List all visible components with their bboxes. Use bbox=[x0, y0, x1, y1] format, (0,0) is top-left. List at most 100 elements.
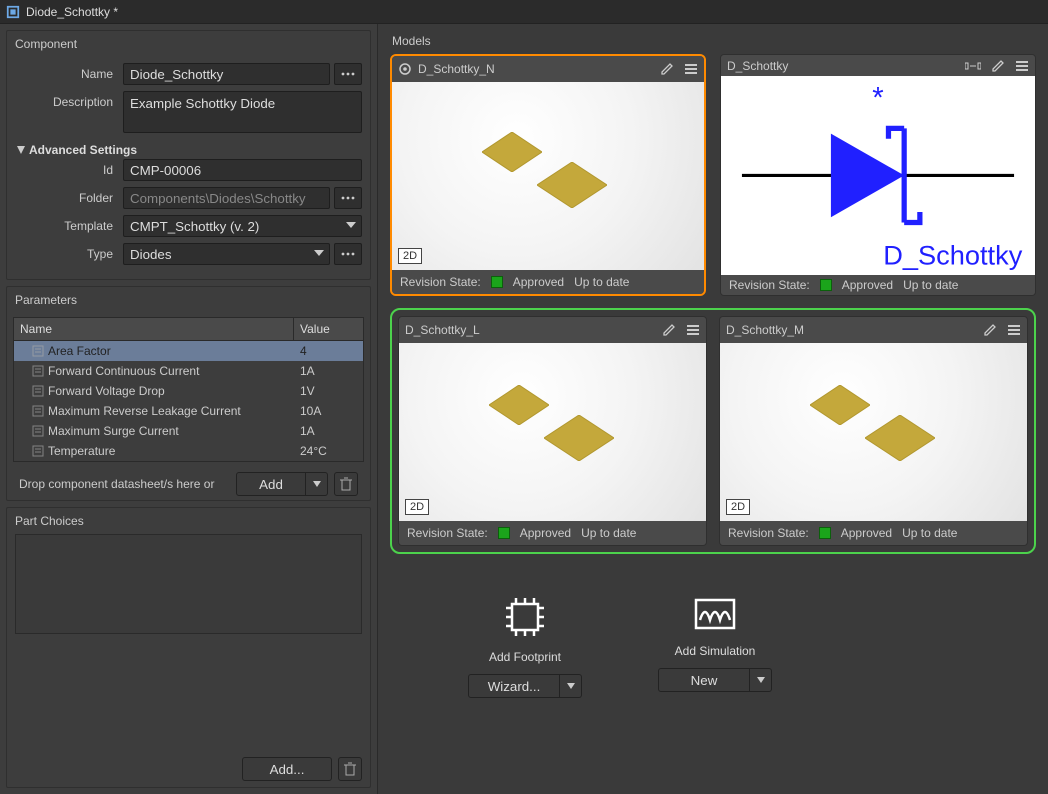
component-section: Component Name Description Example Schot… bbox=[6, 30, 371, 280]
chevron-down-icon bbox=[314, 248, 324, 258]
template-value bbox=[123, 215, 362, 237]
pencil-icon[interactable] bbox=[983, 323, 997, 337]
menu-icon[interactable] bbox=[1007, 324, 1021, 336]
name-label: Name bbox=[15, 67, 123, 81]
parameter-row[interactable]: Area Factor4 bbox=[14, 341, 363, 361]
status-uptodate: Up to date bbox=[574, 275, 629, 289]
parameter-icon bbox=[32, 365, 44, 377]
part-choices-section: Part Choices Add... bbox=[6, 507, 371, 788]
menu-icon[interactable] bbox=[686, 324, 700, 336]
symbol-caption: D_Schottky bbox=[883, 240, 1022, 271]
folder-browse-button[interactable] bbox=[334, 187, 362, 209]
pencil-icon[interactable] bbox=[991, 59, 1005, 73]
description-field[interactable]: Example Schottky Diode bbox=[123, 91, 362, 133]
chevron-down-icon bbox=[567, 682, 575, 690]
gear-icon bbox=[398, 62, 412, 76]
parameters-header: Parameters bbox=[7, 287, 370, 313]
model-card-d-schottky-l[interactable]: D_Schottky_L 2D Revision State: bbox=[398, 316, 707, 546]
model-card-d-schottky-m[interactable]: D_Schottky_M 2D Revision State: bbox=[719, 316, 1028, 546]
type-combo[interactable] bbox=[123, 243, 330, 265]
view-tag-2d: 2D bbox=[726, 499, 750, 515]
datasheet-add-split: Add bbox=[236, 472, 328, 496]
advanced-settings-label: Advanced Settings bbox=[29, 143, 137, 157]
pencil-icon[interactable] bbox=[660, 62, 674, 76]
footprint-wizard-dropdown[interactable] bbox=[560, 674, 582, 698]
ellipsis-icon bbox=[341, 196, 355, 200]
model-card-d-schottky-n[interactable]: D_Schottky_N 2D Revision State: bbox=[390, 54, 706, 296]
simulation-new-dropdown[interactable] bbox=[750, 668, 772, 692]
part-choices-area[interactable] bbox=[15, 534, 362, 634]
parameter-row[interactable]: Forward Continuous Current 1A bbox=[14, 361, 363, 381]
revision-label: Revision State: bbox=[729, 278, 810, 292]
pencil-icon[interactable] bbox=[662, 323, 676, 337]
trash-icon bbox=[340, 477, 352, 491]
parameter-value: 24°C bbox=[294, 441, 363, 461]
footprint-wizard-button[interactable]: Wizard... bbox=[468, 674, 560, 698]
col-value[interactable]: Value bbox=[294, 318, 363, 340]
type-more-button[interactable] bbox=[334, 243, 362, 265]
right-panel: Models D_Schottky_N bbox=[378, 24, 1048, 794]
type-label: Type bbox=[15, 247, 123, 261]
parameter-name: Maximum Surge Current bbox=[48, 424, 179, 438]
model-card-d-schottky[interactable]: D_Schottky * bbox=[720, 54, 1036, 296]
revision-label: Revision State: bbox=[728, 526, 809, 540]
parameter-row[interactable]: Temperature 24°C bbox=[14, 441, 363, 461]
parameter-name: Area Factor bbox=[48, 344, 111, 358]
part-choices-header: Part Choices bbox=[7, 508, 370, 534]
parameter-icon bbox=[32, 385, 44, 397]
chip-icon bbox=[502, 594, 548, 640]
name-field[interactable] bbox=[123, 63, 330, 85]
parameters-section: Parameters Name Value Area Factor4Forwar… bbox=[6, 286, 371, 501]
chevron-down-icon bbox=[346, 220, 356, 230]
model-preview: 2D bbox=[392, 82, 704, 270]
datasheet-delete-button[interactable] bbox=[334, 472, 358, 496]
folder-field[interactable] bbox=[123, 187, 330, 209]
models-top-row: D_Schottky_N 2D Revision State: bbox=[390, 54, 1036, 296]
parameter-value: 1A bbox=[294, 361, 363, 381]
component-icon bbox=[6, 5, 20, 19]
parameter-icon bbox=[32, 445, 44, 457]
parameters-table-head: Name Value bbox=[14, 318, 363, 341]
status-indicator bbox=[819, 527, 831, 539]
expand-icon bbox=[17, 146, 25, 154]
datasheet-add-dropdown[interactable] bbox=[306, 472, 328, 496]
revision-label: Revision State: bbox=[407, 526, 488, 540]
datasheet-add-button[interactable]: Add bbox=[236, 472, 306, 496]
model-preview: 2D bbox=[720, 343, 1027, 521]
col-name[interactable]: Name bbox=[14, 318, 294, 340]
parameter-row[interactable]: Forward Voltage Drop1V bbox=[14, 381, 363, 401]
status-approved: Approved bbox=[841, 526, 892, 540]
menu-icon[interactable] bbox=[684, 63, 698, 75]
asterisk: * bbox=[872, 82, 883, 115]
parameter-row[interactable]: Maximum Reverse Leakage Current10A bbox=[14, 401, 363, 421]
model-title: D_Schottky bbox=[727, 59, 788, 73]
simulation-new-button[interactable]: New bbox=[658, 668, 750, 692]
waveform-icon bbox=[692, 594, 738, 634]
view-tag-2d: 2D bbox=[398, 248, 422, 264]
chevron-down-icon bbox=[757, 676, 765, 684]
id-field[interactable] bbox=[123, 159, 362, 181]
part-choices-delete-button[interactable] bbox=[338, 757, 362, 781]
parameter-row[interactable]: Maximum Surge Current1A bbox=[14, 421, 363, 441]
ellipsis-icon bbox=[341, 72, 355, 76]
model-preview-symbol: * D_Schottky bbox=[721, 76, 1035, 275]
trash-icon bbox=[344, 762, 356, 776]
name-more-button[interactable] bbox=[334, 63, 362, 85]
type-value bbox=[123, 243, 330, 265]
view-tag-2d: 2D bbox=[405, 499, 429, 515]
parameter-name: Forward Continuous Current bbox=[48, 364, 199, 378]
add-models-row: Add Footprint Wizard... Add Simulation N… bbox=[460, 594, 1036, 698]
menu-icon[interactable] bbox=[1015, 60, 1029, 72]
parameter-name: Temperature bbox=[48, 444, 115, 458]
ellipsis-icon bbox=[341, 252, 355, 256]
parameter-name: Forward Voltage Drop bbox=[48, 384, 165, 398]
template-combo[interactable] bbox=[123, 215, 362, 237]
part-choices-add-button[interactable]: Add... bbox=[242, 757, 332, 781]
template-label: Template bbox=[15, 219, 123, 233]
revision-label: Revision State: bbox=[400, 275, 481, 289]
pins-icon[interactable] bbox=[965, 60, 981, 72]
advanced-settings-toggle[interactable]: Advanced Settings bbox=[15, 139, 362, 159]
status-uptodate: Up to date bbox=[581, 526, 636, 540]
status-uptodate: Up to date bbox=[903, 278, 958, 292]
model-title: D_Schottky_N bbox=[418, 62, 495, 76]
